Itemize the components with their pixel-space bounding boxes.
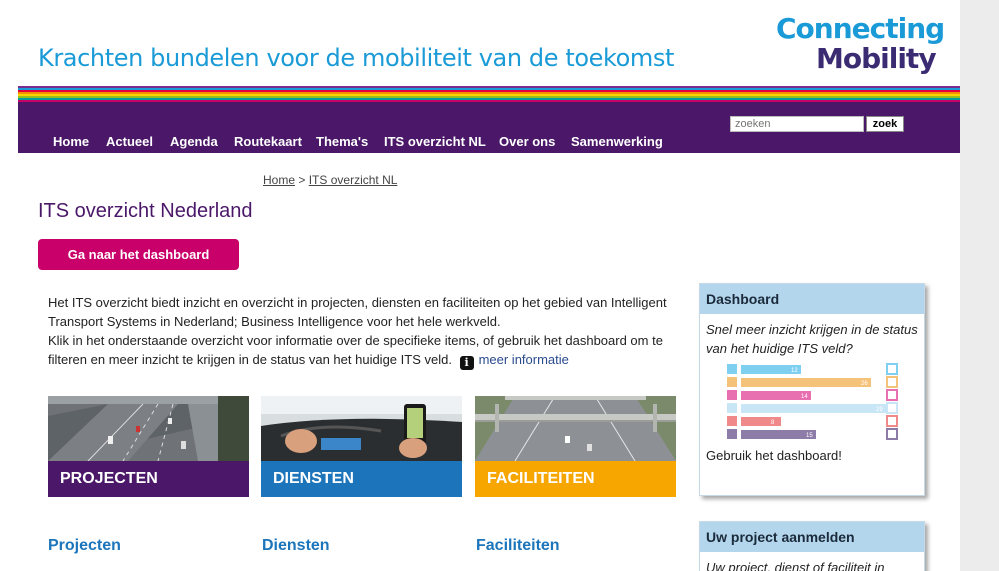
tile-faciliteiten-label: FACILITEITEN xyxy=(475,461,676,497)
breadcrumb-separator: > xyxy=(298,173,306,187)
breadcrumb-home[interactable]: Home xyxy=(263,173,295,187)
mini-right-icon xyxy=(886,376,898,388)
mini-right-icon xyxy=(886,415,898,427)
nav-samenwerking[interactable]: Samenwerking xyxy=(571,134,663,149)
tile-diensten-label: DIENSTEN xyxy=(261,461,462,497)
mini-right-icon xyxy=(886,363,898,375)
dashboard-button[interactable]: Ga naar het dashboard xyxy=(38,239,239,270)
mini-bar xyxy=(741,430,816,439)
intro-text: Het ITS overzicht biedt inzicht en overz… xyxy=(48,293,668,370)
aanmelden-box-title: Uw project aanmelden xyxy=(700,522,924,552)
logo-line1: Connecting xyxy=(776,12,945,45)
search-button[interactable]: zoek xyxy=(866,116,904,132)
mini-right-icon xyxy=(886,402,898,414)
search-input[interactable] xyxy=(730,116,864,132)
tile-projecten[interactable]: PROJECTEN xyxy=(48,396,249,497)
dashboard-box-text: Snel meer inzicht krijgen in de status v… xyxy=(706,322,918,356)
nav-themas[interactable]: Thema's xyxy=(316,134,368,149)
connecting-mobility-logo[interactable]: Connecting Mobility xyxy=(776,12,945,82)
dashboard-box-link[interactable]: Gebruik het dashboard! xyxy=(700,448,924,463)
intro-paragraph-1: Het ITS overzicht biedt inzicht en overz… xyxy=(48,295,667,329)
site-tagline: Krachten bundelen voor de mobiliteit van… xyxy=(38,44,675,72)
section-diensten[interactable]: Diensten xyxy=(262,537,330,555)
meer-informatie-link[interactable]: meer informatie xyxy=(479,352,569,367)
mini-left-icon xyxy=(727,390,737,400)
aanmelden-box-text: Uw project, dienst of faciliteit in xyxy=(706,560,885,571)
nav-its-overzicht[interactable]: ITS overzicht NL xyxy=(384,134,486,149)
section-faciliteiten[interactable]: Faciliteiten xyxy=(476,537,560,555)
mini-left-icon xyxy=(727,416,737,426)
mini-bar-value: 29 xyxy=(876,407,883,413)
mini-bar-value: 12 xyxy=(791,368,798,374)
dashboard-box-title: Dashboard xyxy=(700,284,924,314)
nav-agenda[interactable]: Agenda xyxy=(170,134,218,149)
mini-bar xyxy=(741,404,886,413)
mini-left-icon xyxy=(727,429,737,439)
breadcrumb-current[interactable]: ITS overzicht NL xyxy=(309,173,398,187)
tile-faciliteiten[interactable]: FACILITEITEN xyxy=(475,396,676,497)
mini-right-icon xyxy=(886,428,898,440)
logo-line2: Mobility xyxy=(816,42,937,75)
intro-paragraph-2: Klik in het onderstaande overzicht voor … xyxy=(48,333,663,367)
mini-left-icon xyxy=(727,364,737,374)
aanmelden-box: Uw project aanmelden Uw project, dienst … xyxy=(699,521,925,571)
mini-left-icon xyxy=(727,377,737,387)
nav-home[interactable]: Home xyxy=(53,134,89,149)
page-title: ITS overzicht Nederland xyxy=(38,200,253,222)
mini-bar xyxy=(741,417,781,426)
car-phone-photo xyxy=(261,396,462,461)
mini-left-icon xyxy=(727,403,737,413)
page-margin xyxy=(960,0,999,571)
gantry-photo xyxy=(475,396,676,461)
mini-bar-value: 14 xyxy=(801,394,808,400)
mini-bar-value: 26 xyxy=(861,381,868,387)
tile-diensten[interactable]: DIENSTEN xyxy=(261,396,462,497)
nav-actueel[interactable]: Actueel xyxy=(106,134,153,149)
info-icon[interactable]: i xyxy=(459,356,474,370)
breadcrumb: Home > ITS overzicht NL xyxy=(263,173,397,187)
highway-photo xyxy=(48,396,249,461)
mini-bar xyxy=(741,378,871,387)
dashboard-mini-chart[interactable]: 12261429815 xyxy=(700,362,924,446)
tile-projecten-label: PROJECTEN xyxy=(48,461,249,497)
rainbow-stripes xyxy=(18,86,960,104)
dashboard-box: Dashboard Snel meer inzicht krijgen in d… xyxy=(699,283,925,496)
nav-routekaart[interactable]: Routekaart xyxy=(234,134,302,149)
section-projecten[interactable]: Projecten xyxy=(48,537,121,555)
mini-right-icon xyxy=(886,389,898,401)
nav-over-ons[interactable]: Over ons xyxy=(499,134,555,149)
mini-bar-value: 15 xyxy=(806,433,813,439)
